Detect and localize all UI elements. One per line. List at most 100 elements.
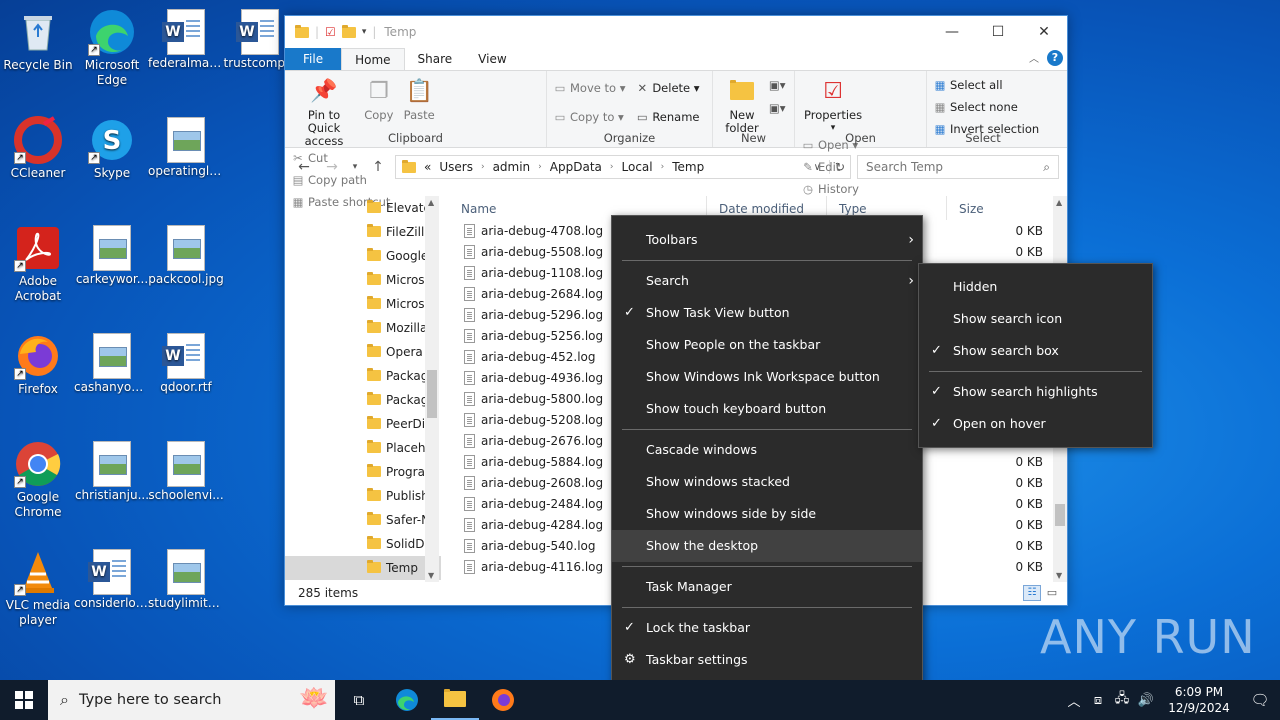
submenu-item-open-on-hover[interactable]: ✓ Open on hover bbox=[919, 408, 1152, 440]
submenu-item-search-box[interactable]: ✓ Show search box bbox=[919, 335, 1152, 367]
nav-item[interactable]: Publish bbox=[285, 484, 441, 508]
breadcrumb-admin[interactable]: admin bbox=[493, 160, 531, 174]
move-to-button[interactable]: ▭ Move to ▾ bbox=[553, 79, 626, 98]
menu-item-side-by-side[interactable]: Show windows side by side bbox=[612, 498, 922, 530]
menu-item-lock-taskbar[interactable]: ✓ Lock the taskbar bbox=[612, 612, 922, 644]
close-button[interactable]: ✕ bbox=[1021, 17, 1067, 47]
nav-item[interactable]: Mozilla bbox=[285, 316, 441, 340]
desktop-icon-acrobat[interactable]: ↗ Adobe Acrobat bbox=[0, 224, 76, 304]
scroll-down-arrow[interactable]: ▼ bbox=[1056, 571, 1062, 580]
nav-item[interactable]: Elevate bbox=[285, 196, 441, 220]
nav-scroll-thumb[interactable] bbox=[427, 370, 437, 418]
desktop-icon-firefox[interactable]: ↗ Firefox bbox=[0, 332, 76, 397]
nav-item[interactable]: PeerDis bbox=[285, 412, 441, 436]
desktop-icon-ccleaner[interactable]: ↗ CCleaner bbox=[0, 116, 76, 181]
collapse-ribbon-icon[interactable]: ︿ bbox=[1029, 50, 1039, 65]
nav-item[interactable]: Placeho bbox=[285, 436, 441, 460]
taskbar-file-explorer-button[interactable] bbox=[431, 680, 479, 720]
file-scroll-thumb[interactable] bbox=[1055, 504, 1065, 526]
new-folder-button[interactable]: New folder bbox=[719, 75, 765, 135]
paste-button[interactable]: 📋 Paste bbox=[401, 75, 438, 122]
details-view-icon[interactable]: ☷ bbox=[1023, 585, 1041, 601]
desktop-icon-chrome[interactable]: ↗ Google Chrome bbox=[0, 440, 76, 520]
delete-button[interactable]: ✕ Delete ▾ bbox=[635, 79, 699, 98]
tab-view[interactable]: View bbox=[465, 48, 519, 70]
copy-path-button[interactable]: ▤ Copy path bbox=[291, 171, 390, 190]
address-bar[interactable]: « Users › admin › AppData › Local › Temp ∨ ↻ bbox=[395, 155, 851, 179]
nav-item[interactable]: Safer-N bbox=[285, 508, 441, 532]
menu-item-ink-workspace[interactable]: Show Windows Ink Workspace button bbox=[612, 361, 922, 393]
menu-item-people[interactable]: Show People on the taskbar bbox=[612, 329, 922, 361]
start-button[interactable] bbox=[0, 680, 48, 720]
submenu-item-search-icon[interactable]: Show search icon bbox=[919, 303, 1152, 335]
minimize-button[interactable]: — bbox=[929, 17, 975, 47]
nav-item[interactable]: Opera bbox=[285, 340, 441, 364]
nav-item[interactable]: Microso bbox=[285, 268, 441, 292]
notification-icon[interactable]: 🗨 bbox=[1240, 691, 1280, 709]
new-item-icon[interactable]: ▣▾ bbox=[769, 76, 786, 95]
title-bar[interactable]: | ☑ ▾ | Temp — ☐ ✕ bbox=[285, 16, 1067, 48]
rename-button[interactable]: ▭ Rename bbox=[635, 108, 700, 127]
new-folder-icon[interactable] bbox=[341, 24, 356, 38]
menu-item-toolbars[interactable]: Toolbars › bbox=[612, 224, 922, 256]
copy-button[interactable]: ❐ Copy bbox=[361, 75, 397, 122]
scroll-down-arrow[interactable]: ▼ bbox=[428, 571, 434, 580]
edit-button[interactable]: ✎ Edit bbox=[801, 158, 859, 177]
taskbar-firefox-button[interactable] bbox=[479, 680, 527, 720]
menu-item-touch-keyboard[interactable]: Show touch keyboard button bbox=[612, 393, 922, 425]
properties-button[interactable]: ☑ Properties ▾ bbox=[801, 75, 865, 135]
cut-button[interactable]: ✂ Cut bbox=[291, 149, 390, 168]
nav-scrollbar[interactable]: ▲ ▼ bbox=[425, 196, 439, 582]
nav-item[interactable]: Temp bbox=[285, 556, 441, 580]
menu-item-taskbar-settings[interactable]: ⚙ Taskbar settings bbox=[612, 644, 922, 676]
desktop-icon-packcool[interactable]: packcool.jpg bbox=[148, 224, 224, 287]
desktop-icon-studylimite[interactable]: studylimite... bbox=[148, 548, 224, 611]
nav-item[interactable]: Packag bbox=[285, 388, 441, 412]
nav-item[interactable]: Progran bbox=[285, 460, 441, 484]
menu-item-cascade[interactable]: Cascade windows bbox=[612, 434, 922, 466]
copy-to-button[interactable]: ▭ Copy to ▾ bbox=[553, 108, 625, 127]
submenu-item-search-highlights[interactable]: ✓ Show search highlights bbox=[919, 376, 1152, 408]
desktop-icon-considerlor[interactable]: W considerlor... bbox=[74, 548, 150, 611]
select-none-button[interactable]: ▦ Select none bbox=[933, 98, 1039, 117]
tab-share[interactable]: Share bbox=[405, 48, 466, 70]
desktop-icon-vlc[interactable]: ↗ VLC media player bbox=[0, 548, 76, 628]
submenu-item-hidden[interactable]: Hidden bbox=[919, 271, 1152, 303]
menu-item-task-view[interactable]: ✓ Show Task View button bbox=[612, 297, 922, 329]
nav-item[interactable]: FileZilla bbox=[285, 220, 441, 244]
breadcrumb-appdata[interactable]: AppData bbox=[550, 160, 602, 174]
taskbar-edge-button[interactable] bbox=[383, 680, 431, 720]
tab-file[interactable]: File bbox=[285, 48, 342, 70]
select-all-button[interactable]: ▦ Select all bbox=[933, 76, 1039, 95]
network-icon[interactable]: 🖧 bbox=[1110, 689, 1134, 711]
menu-item-task-manager[interactable]: Task Manager bbox=[612, 571, 922, 603]
scroll-up-arrow[interactable]: ▲ bbox=[1056, 198, 1062, 207]
task-view-button[interactable]: ⧉ bbox=[335, 680, 383, 720]
menu-item-stacked[interactable]: Show windows stacked bbox=[612, 466, 922, 498]
breadcrumb-temp[interactable]: Temp bbox=[672, 160, 704, 174]
properties-check-icon[interactable]: ☑ bbox=[325, 25, 336, 39]
column-size[interactable]: Size bbox=[947, 196, 1037, 220]
desktop-icon-operatingla[interactable]: operatingla... bbox=[148, 116, 224, 179]
network-device-icon[interactable]: ⧈ bbox=[1086, 693, 1110, 708]
desktop-icon-skype[interactable]: S ↗ Skype bbox=[74, 116, 150, 181]
nav-item[interactable]: Packag bbox=[285, 364, 441, 388]
maximize-button[interactable]: ☐ bbox=[975, 17, 1021, 47]
menu-item-search[interactable]: Search › bbox=[612, 265, 922, 297]
desktop-icon-edge[interactable]: ↗ Microsoft Edge bbox=[74, 8, 150, 88]
desktop-icon-federalmak[interactable]: W federalmak... bbox=[148, 8, 224, 71]
nav-item[interactable]: SolidDo bbox=[285, 532, 441, 556]
desktop-icon-schoolenvi[interactable]: schoolenvi... bbox=[148, 440, 224, 503]
desktop-icon-carkeywor[interactable]: carkeywor... bbox=[74, 224, 150, 287]
desktop-icon-recycle-bin[interactable]: Recycle Bin bbox=[0, 8, 76, 73]
overflow-chevron[interactable]: « bbox=[424, 160, 431, 174]
nav-item[interactable]: Google bbox=[285, 244, 441, 268]
breadcrumb-local[interactable]: Local bbox=[622, 160, 653, 174]
large-icons-view-icon[interactable]: ▭ bbox=[1043, 585, 1061, 601]
menu-item-show-desktop[interactable]: Show the desktop bbox=[612, 530, 922, 562]
nav-item[interactable]: Microso bbox=[285, 292, 441, 316]
tab-home[interactable]: Home bbox=[341, 48, 405, 70]
search-input[interactable]: Search Temp ⌕ bbox=[857, 155, 1059, 179]
taskbar-search-box[interactable]: ⌕ Type here to search 🪷 bbox=[48, 680, 335, 720]
chevron-down-icon[interactable]: ▾ bbox=[362, 27, 367, 37]
